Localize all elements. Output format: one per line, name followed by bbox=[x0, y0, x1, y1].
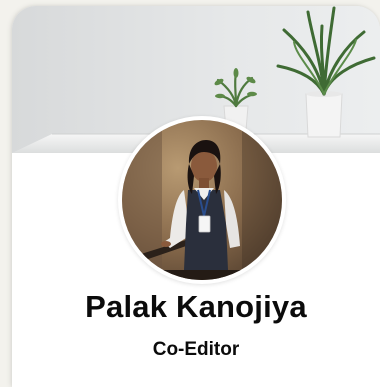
profile-role: Co-Editor bbox=[152, 339, 240, 360]
profile-card: Palak Kanojiya Co-Editor bbox=[12, 6, 380, 387]
page-background: Palak Kanojiya Co-Editor bbox=[0, 0, 380, 387]
avatar[interactable] bbox=[118, 116, 286, 284]
profile-name: Palak Kanojiya bbox=[85, 289, 307, 324]
profile-photo bbox=[122, 120, 282, 280]
